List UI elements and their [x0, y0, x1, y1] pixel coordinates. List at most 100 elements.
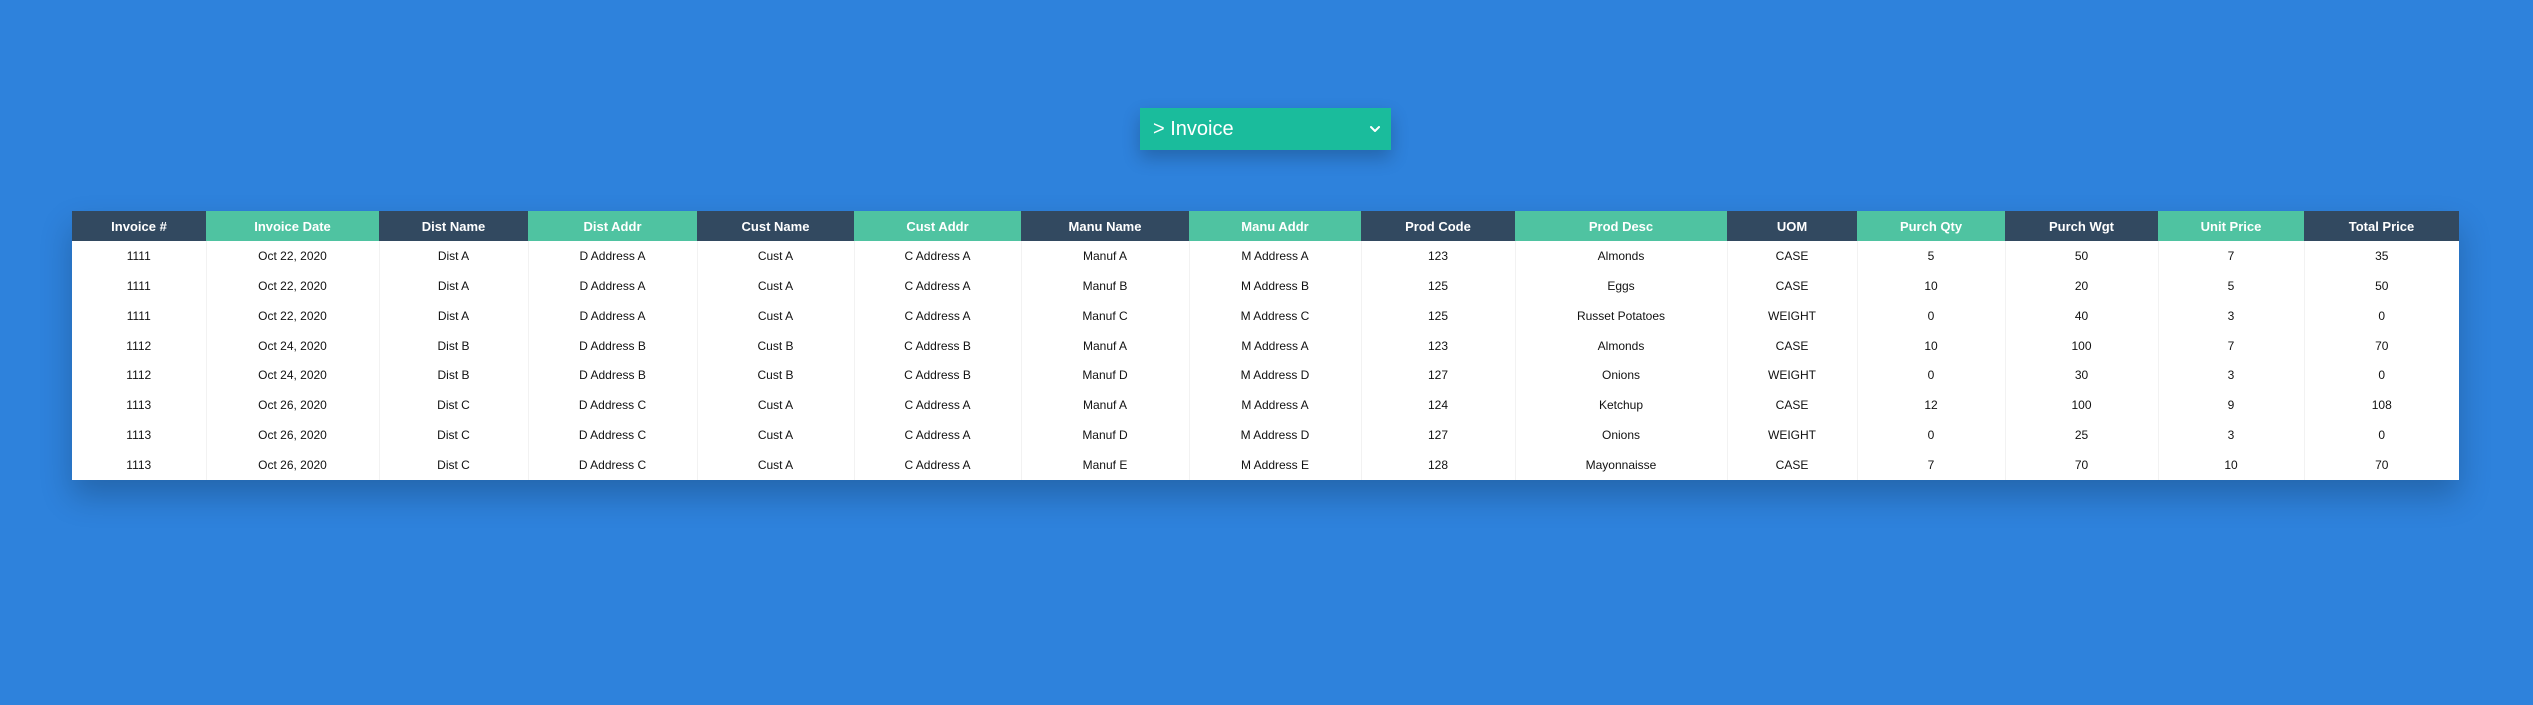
column-header-dist-addr[interactable]: Dist Addr — [528, 211, 697, 241]
column-header-total-price[interactable]: Total Price — [2304, 211, 2459, 241]
table-cell: Dist A — [379, 241, 529, 271]
table-cell: Oct 22, 2020 — [206, 270, 380, 301]
table-cell: WEIGHT — [1727, 420, 1858, 451]
column-header-invoice-number[interactable]: Invoice # — [72, 211, 206, 241]
column-header-manu-addr[interactable]: Manu Addr — [1189, 211, 1361, 241]
table-cell: CASE — [1727, 241, 1858, 271]
table-cell: 1112 — [72, 360, 207, 391]
table-cell: Dist C — [379, 450, 529, 480]
table-cell: Cust A — [697, 241, 855, 271]
table-cell: Oct 22, 2020 — [206, 300, 380, 331]
table-cell: Russet Potatoes — [1515, 300, 1728, 331]
table-cell: 0 — [1857, 420, 2006, 451]
table-cell: Manuf B — [1021, 270, 1190, 301]
column-header-purch-qty[interactable]: Purch Qty — [1857, 211, 2005, 241]
table-cell: C Address A — [854, 390, 1022, 421]
column-header-cust-addr[interactable]: Cust Addr — [854, 211, 1021, 241]
table-cell: 0 — [2378, 368, 2386, 383]
table-cell: 50 — [2005, 241, 2159, 271]
column-header-prod-code[interactable]: Prod Code — [1361, 211, 1515, 241]
table-cell: 1113 — [72, 390, 207, 421]
table-cell: Oct 26, 2020 — [206, 390, 380, 421]
table-cell: Manuf A — [1021, 330, 1190, 361]
table-cell: 123 — [1361, 330, 1516, 361]
table-cell: Oct 22, 2020 — [206, 241, 380, 271]
table-cell: 50 — [2375, 278, 2389, 293]
report-type-select-value: > Invoice — [1153, 117, 1234, 140]
table-cell: Dist B — [379, 330, 529, 361]
table-cell: D Address B — [528, 360, 698, 391]
column-header-dist-name[interactable]: Dist Name — [379, 211, 528, 241]
table-cell: 12 — [1857, 390, 2006, 421]
table-row: 1111 Oct 22, 2020 Dist A D Address A Cus… — [72, 241, 2459, 271]
table-cell: Dist C — [379, 420, 529, 451]
table-cell: Cust B — [697, 330, 855, 361]
table-cell: 125 — [1361, 270, 1516, 301]
table-cell: Ketchup — [1515, 390, 1728, 421]
table-cell: 40 — [2005, 300, 2159, 331]
chevron-down-icon — [1370, 126, 1380, 132]
table-cell: 5 — [1857, 241, 2006, 271]
table-cell: 9 — [2158, 390, 2305, 421]
table-cell: 127 — [1361, 420, 1516, 451]
table-cell: 5 — [2158, 270, 2305, 301]
table-cell: 123 — [1361, 241, 1516, 271]
column-header-manu-name[interactable]: Manu Name — [1021, 211, 1189, 241]
column-header-unit-price[interactable]: Unit Price — [2158, 211, 2304, 241]
column-header-uom[interactable]: UOM — [1727, 211, 1857, 241]
table-cell: Cust A — [697, 420, 855, 451]
table-cell: M Address A — [1189, 330, 1362, 361]
table-cell: 1111 — [72, 241, 207, 271]
table-cell: Oct 26, 2020 — [206, 450, 380, 480]
table-cell: Mayonnaisse — [1515, 450, 1728, 480]
table-cell: 3 — [2158, 420, 2305, 451]
table-cell: Dist A — [379, 300, 529, 331]
table-cell: Oct 24, 2020 — [206, 330, 380, 361]
table-cell: CASE — [1727, 270, 1858, 301]
table-cell: Manuf D — [1021, 360, 1190, 391]
report-type-select[interactable]: > Invoice — [1140, 108, 1391, 150]
table-cell: 0 — [1857, 300, 2006, 331]
column-header-invoice-date[interactable]: Invoice Date — [206, 211, 379, 241]
column-header-cust-name[interactable]: Cust Name — [697, 211, 854, 241]
table-cell: 100 — [2005, 330, 2159, 361]
table-cell: CASE — [1727, 390, 1858, 421]
table-cell: Dist A — [379, 270, 529, 301]
table-cell: 1113 — [72, 420, 207, 451]
table-cell: 10 — [2158, 450, 2305, 480]
table-cell: 125 — [1361, 300, 1516, 331]
table-cell: 7 — [2158, 330, 2305, 361]
table-cell: Onions — [1515, 360, 1728, 391]
column-header-prod-desc[interactable]: Prod Desc — [1515, 211, 1727, 241]
table-header-row: Invoice # Invoice Date Dist Name Dist Ad… — [72, 211, 2459, 241]
table-cell: 1111 — [72, 300, 207, 331]
table-cell: Cust B — [697, 360, 855, 391]
table-cell: M Address E — [1189, 450, 1362, 480]
table-cell: Manuf E — [1021, 450, 1190, 480]
table-row: 1113 Oct 26, 2020 Dist C D Address C Cus… — [72, 390, 2459, 421]
table-cell: Cust A — [697, 450, 855, 480]
table-cell: M Address D — [1189, 360, 1362, 391]
table-cell: Manuf A — [1021, 241, 1190, 271]
table-cell: Cust A — [697, 270, 855, 301]
table-cell: M Address D — [1189, 420, 1362, 451]
column-header-purch-wgt[interactable]: Purch Wgt — [2005, 211, 2158, 241]
table-cell: 124 — [1361, 390, 1516, 421]
table-cell: 7 — [2158, 241, 2305, 271]
table-cell: D Address A — [528, 300, 698, 331]
table-cell: Onions — [1515, 420, 1728, 451]
table-cell: C Address B — [854, 360, 1022, 391]
table-cell: D Address C — [528, 420, 698, 451]
table-cell: 3 — [2158, 300, 2305, 331]
table-cell: WEIGHT — [1727, 300, 1858, 331]
table-cell: M Address B — [1189, 270, 1362, 301]
table-cell: C Address B — [854, 330, 1022, 361]
table-cell: 128 — [1361, 450, 1516, 480]
table-cell: Oct 24, 2020 — [206, 360, 380, 391]
table-cell: 10 — [1857, 270, 2006, 301]
table-cell: 35 — [2375, 248, 2389, 263]
table-cell: 1113 — [72, 450, 207, 480]
table-cell: Dist C — [379, 390, 529, 421]
table-cell: C Address A — [854, 420, 1022, 451]
table-cell: D Address C — [528, 450, 698, 480]
